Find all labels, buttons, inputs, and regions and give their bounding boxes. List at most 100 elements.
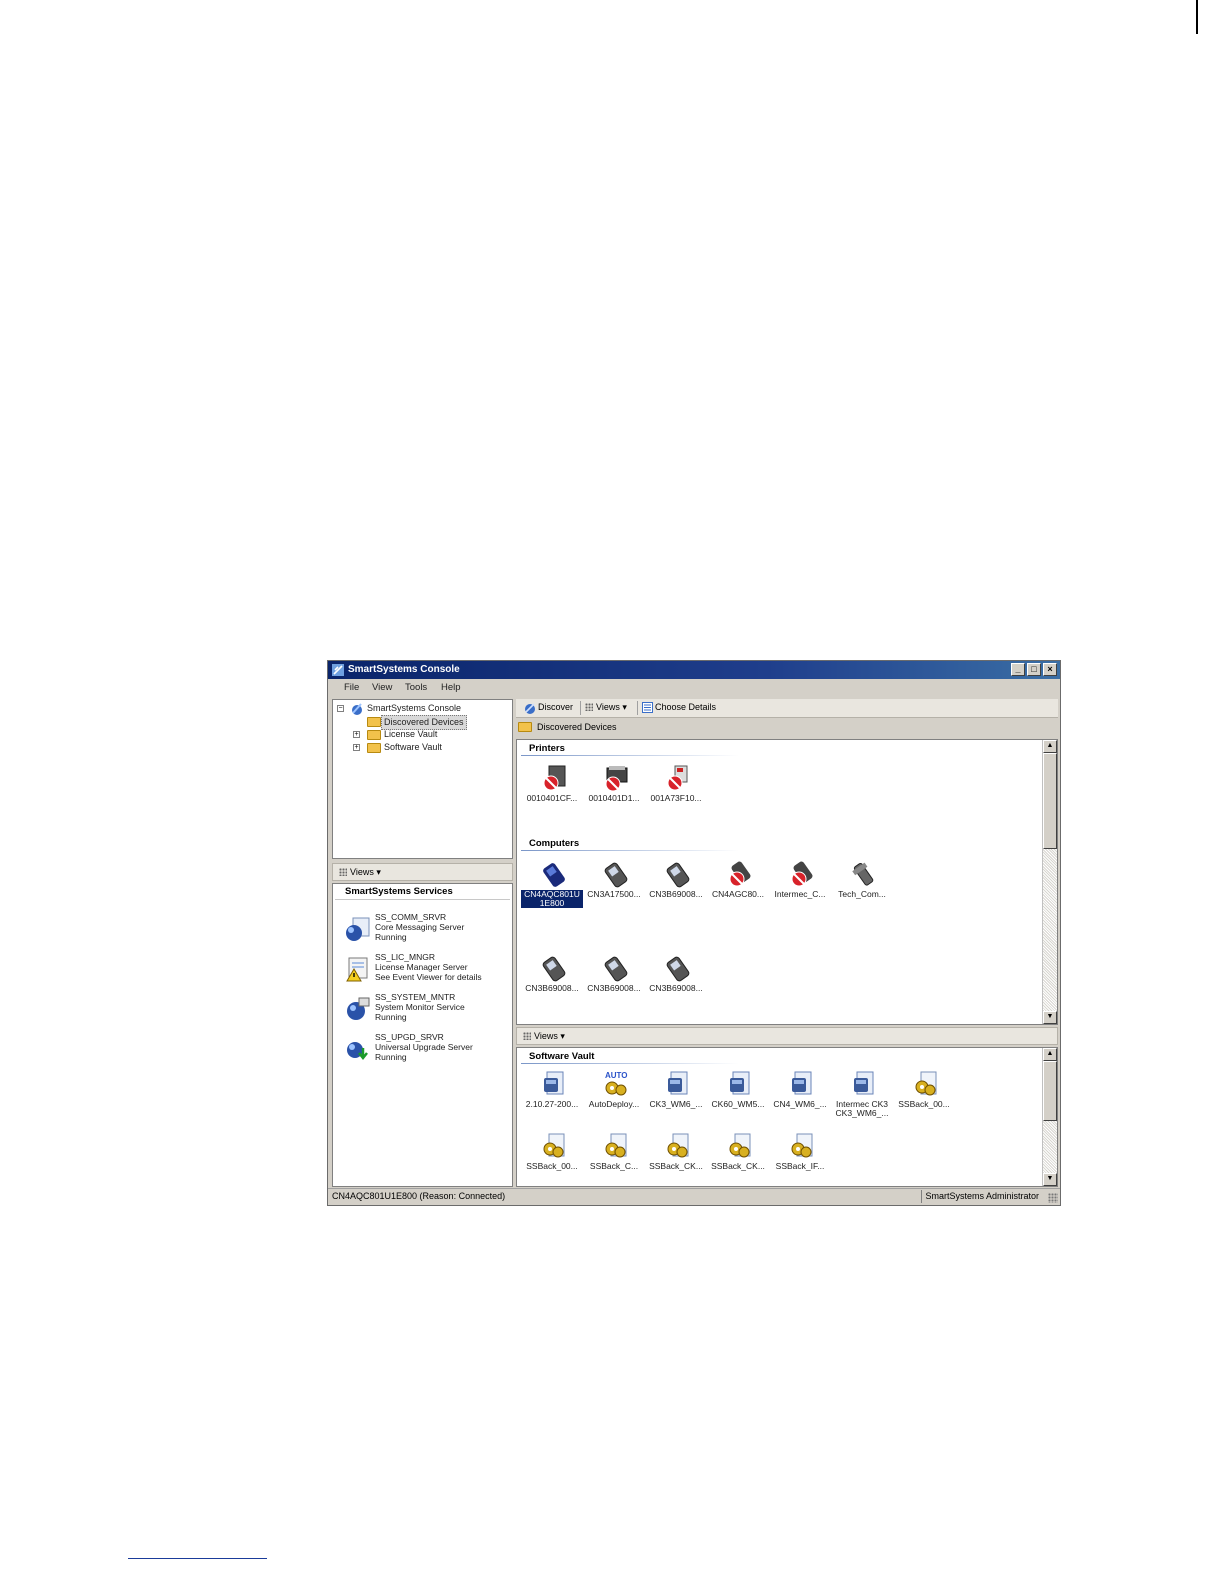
package-icon — [730, 1071, 750, 1095]
handheld-icon — [666, 862, 690, 888]
handheld-offline-icon — [791, 861, 813, 887]
vault-item-label: CK3_WM6_... — [649, 1099, 703, 1109]
vault-item[interactable]: CK3_WM6_... — [645, 1070, 707, 1120]
printer-offline-icon — [667, 765, 688, 791]
device-label: CN4AQC801U 1E800 — [521, 890, 583, 908]
device-label: CN3B69008... — [525, 983, 579, 993]
resize-grip-icon[interactable] — [1048, 1193, 1058, 1203]
toolbar-separator — [637, 701, 638, 715]
views-dropdown[interactable]: Views ▾ — [534, 1031, 565, 1042]
vault-item[interactable]: CN4_WM6_... — [769, 1070, 831, 1120]
vault-item[interactable]: AUTO AutoDeploy... — [583, 1070, 645, 1120]
messaging-server-icon — [346, 917, 370, 941]
service-item[interactable]: SS_SYSTEM_MNTR System Monitor Service Ru… — [345, 992, 510, 1028]
menu-view[interactable]: View — [372, 682, 392, 693]
vault-views-toolbar: Views ▾ — [516, 1027, 1058, 1045]
settings-file-icon — [667, 1133, 689, 1158]
maximize-button[interactable]: □ — [1027, 663, 1041, 676]
device-item[interactable]: CN3B69008... — [645, 954, 707, 1004]
settings-file-icon — [791, 1133, 813, 1158]
vault-item-label: 2.10.27-200... — [525, 1099, 579, 1109]
device-label: 001A73F10... — [650, 793, 702, 803]
minimize-button[interactable]: _ — [1011, 663, 1025, 676]
device-label: CN4AGC80... — [712, 889, 764, 899]
vault-scrollbar[interactable]: ▲ ▼ — [1042, 1048, 1057, 1186]
services-panel: SmartSystems Services SS_COMM_SRVR Core … — [332, 883, 513, 1187]
device-item[interactable]: CN4AGC80... — [707, 860, 769, 910]
auto-deploy-icon: AUTO — [605, 1071, 628, 1096]
vault-item[interactable]: SSBack_00... — [893, 1070, 955, 1120]
service-item[interactable]: SS_UPGD_SRVR Universal Upgrade Server Ru… — [345, 1032, 510, 1068]
group-divider — [521, 850, 739, 851]
vault-item[interactable]: SSBack_CK... — [645, 1132, 707, 1182]
vault-item-label: SSBack_C... — [589, 1161, 639, 1171]
svg-text:AUTO: AUTO — [605, 1071, 628, 1080]
device-item[interactable]: Tech_Com... — [831, 860, 893, 910]
device-label: Intermec_C... — [774, 889, 826, 899]
expand-icon[interactable]: + — [353, 744, 360, 751]
close-button[interactable]: × — [1043, 663, 1057, 676]
vault-item[interactable]: 2.10.27-200... — [521, 1070, 583, 1120]
device-item-selected[interactable]: CN4AQC801U 1E800 — [521, 860, 583, 910]
scroll-thumb[interactable] — [1043, 1061, 1057, 1121]
app-logo-icon — [352, 703, 362, 715]
device-item[interactable]: CN3B69008... — [521, 954, 583, 1004]
services-views-toolbar: Views ▾ — [332, 863, 513, 881]
discover-icon — [525, 703, 535, 714]
title-bar[interactable]: SmartSystems Console _ □ × — [328, 661, 1060, 679]
scroll-up-button[interactable]: ▲ — [1043, 740, 1057, 753]
device-item[interactable]: 0010401D1... — [583, 764, 645, 814]
collapse-icon[interactable]: − — [337, 705, 344, 712]
device-label: CN3B69008... — [587, 983, 641, 993]
status-connection: CN4AQC801U1E800 (Reason: Connected) — [332, 1191, 506, 1201]
views-dropdown[interactable]: Views ▾ — [350, 867, 381, 878]
device-item[interactable]: 0010401CF... — [521, 764, 583, 814]
vault-item[interactable]: SSBack_CK... — [707, 1132, 769, 1182]
vault-item[interactable]: CK60_WM5... — [707, 1070, 769, 1120]
service-item[interactable]: SS_LIC_MNGR License Manager Server See E… — [345, 952, 510, 988]
vault-item[interactable]: SSBack_C... — [583, 1132, 645, 1182]
device-item[interactable]: CN3B69008... — [583, 954, 645, 1004]
menu-file[interactable]: File — [344, 682, 359, 693]
vault-item-label: AutoDeploy... — [588, 1099, 640, 1109]
scroll-down-button[interactable]: ▼ — [1043, 1011, 1057, 1024]
views-dropdown[interactable]: Views ▾ — [596, 702, 627, 713]
vault-item[interactable]: SSBack_00... — [521, 1132, 583, 1182]
handheld-icon — [666, 956, 690, 982]
handheld-icon — [543, 863, 565, 887]
devices-scrollbar[interactable]: ▲ ▼ — [1042, 740, 1057, 1024]
service-name: SS_COMM_SRVR — [375, 912, 447, 922]
discovered-devices-view: Printers 0010401CF... 0010401D1... 001A7… — [516, 739, 1058, 1025]
vault-item-label: CK60_WM5... — [711, 1099, 765, 1109]
window-title: SmartSystems Console — [348, 664, 460, 675]
settings-file-icon — [729, 1133, 751, 1158]
vault-item[interactable]: Intermec CK3 CK3_WM6_... — [831, 1070, 893, 1120]
vault-item-label: SSBack_00... — [898, 1099, 950, 1109]
scroll-down-button[interactable]: ▼ — [1043, 1173, 1057, 1186]
vault-item[interactable]: SSBack_IF... — [769, 1132, 831, 1182]
vault-item-label: SSBack_CK... — [711, 1161, 765, 1171]
scroll-up-button[interactable]: ▲ — [1043, 1048, 1057, 1061]
menu-tools[interactable]: Tools — [405, 682, 427, 693]
scroll-thumb[interactable] — [1043, 753, 1057, 849]
device-item[interactable]: Intermec_C... — [769, 860, 831, 910]
devices-toolbar: Discover Views ▾ Choose Details — [516, 699, 1058, 718]
device-label: Tech_Com... — [838, 889, 886, 899]
system-monitor-icon — [347, 997, 370, 1020]
views-grid-icon — [339, 868, 347, 876]
services-header: SmartSystems Services — [335, 886, 510, 900]
device-item[interactable]: CN3B69008... — [645, 860, 707, 910]
group-title-software-vault: Software Vault — [529, 1051, 595, 1062]
device-item[interactable]: 001A73F10... — [645, 764, 707, 814]
menu-help[interactable]: Help — [441, 682, 461, 693]
device-label: CN3B69008... — [649, 983, 703, 993]
handheld-offline-icon — [729, 861, 751, 887]
device-item[interactable]: CN3A17500... — [583, 860, 645, 910]
handheld-icon — [542, 956, 566, 982]
group-title-printers: Printers — [529, 743, 565, 754]
group-divider — [521, 1063, 739, 1064]
settings-file-icon — [543, 1133, 565, 1158]
expand-icon[interactable]: + — [353, 731, 360, 738]
service-item[interactable]: SS_COMM_SRVR Core Messaging Server Runni… — [345, 912, 510, 948]
package-icon — [668, 1071, 688, 1095]
